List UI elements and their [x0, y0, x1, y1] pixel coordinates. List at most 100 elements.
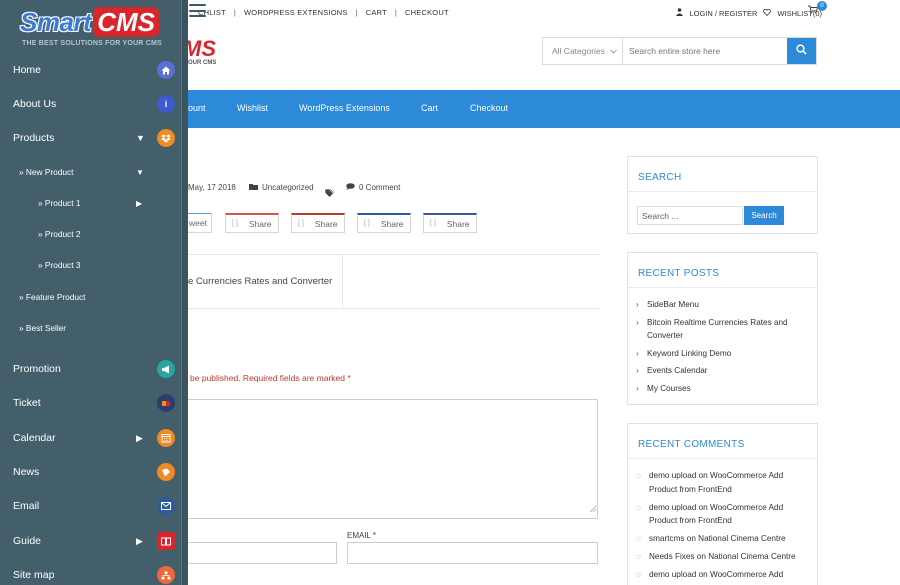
submenu-item-label: » Product 3 [38, 260, 81, 270]
nav-item-wordpress-extensions[interactable]: WordPress Extensions [299, 103, 390, 113]
comment-author-link[interactable]: demo upload [649, 471, 696, 480]
submenu-item-product-2[interactable]: » Product 2 [0, 224, 181, 244]
menu-item-email[interactable]: Email [0, 492, 181, 520]
comment-icon: ◌ [636, 552, 641, 561]
menu-item-guide[interactable]: Guide ▶ [0, 527, 181, 555]
search-widget: SEARCH Search ... Search [627, 156, 818, 234]
post-category-link[interactable]: Uncategorized [262, 183, 314, 192]
top-link-cart[interactable]: CART [366, 8, 387, 17]
share-button-facebook[interactable]: [ ] Share [423, 213, 477, 233]
menu-item-promotion[interactable]: Promotion [0, 355, 181, 383]
top-link-checkout[interactable]: CHECKOUT [405, 8, 449, 17]
share-button-google[interactable]: [ ] Share [225, 213, 279, 233]
recent-post-title: My Courses [647, 383, 691, 393]
menu-item-ticket[interactable]: Ticket [0, 389, 181, 417]
share-button-label: Share [248, 218, 272, 229]
share-icon-placeholder: [ ] [298, 220, 304, 227]
drawer-scrollbar[interactable] [181, 0, 188, 585]
sidebar-search-input[interactable]: Search ... [637, 206, 743, 225]
widget-title: SEARCH [628, 157, 817, 192]
divider [181, 308, 599, 309]
menu-item-label: Guide [13, 535, 42, 547]
menu-item-label: Calendar [13, 432, 56, 444]
top-link-wordpress-extensions[interactable]: WORDPRESS EXTENSIONS [244, 8, 348, 17]
store-search-button[interactable] [787, 38, 816, 64]
email-field[interactable] [347, 542, 598, 564]
folder-icon [249, 183, 258, 192]
menu-item-label: Home [13, 64, 42, 76]
site-logo-partial[interactable]: MS OUR CMS [183, 36, 223, 76]
menu-item-home[interactable]: Home [0, 56, 181, 84]
comment-textarea[interactable] [182, 399, 598, 519]
comment-on: on [698, 502, 708, 512]
store-search-input[interactable] [623, 38, 787, 64]
share-button-label: Share [380, 218, 404, 229]
menu-item-label: Ticket [13, 397, 41, 409]
chevron-right-icon: › [636, 366, 639, 375]
brand-logo-cms: CMS [93, 7, 159, 37]
post-comments-count[interactable]: 0 Comment [359, 183, 400, 192]
comment-post-link[interactable]: National Cinema Centre [698, 534, 785, 543]
recent-comment: ◌ smartcms on National Cinema Centre [636, 532, 817, 546]
top-links: CHLIST | WORDPRESS EXTENSIONS | CART | C… [198, 8, 449, 17]
brand-logo[interactable]: Smart CMS [20, 7, 159, 37]
login-register-link[interactable]: LOGIN / REGISTER [689, 9, 757, 18]
menu-item-about-us[interactable]: About Us i [0, 90, 181, 118]
submenu-item-best-seller[interactable]: » Best Seller [0, 318, 181, 338]
recent-post-link[interactable]: › Keyword Linking Demo [636, 347, 817, 361]
search-icon [796, 42, 807, 60]
submenu-item-product-1[interactable]: » Product 1 ▶ [0, 193, 181, 213]
comment-icon: ◌ [636, 471, 641, 480]
calendar-icon [157, 429, 175, 447]
required-fields-note: be published. Required fields are marked… [190, 373, 351, 383]
submenu-item-label: » Product 1 [38, 198, 81, 208]
menu-item-products[interactable]: Products ▼ [0, 124, 181, 152]
comment-icon: ◌ [636, 570, 641, 579]
recent-post-link[interactable]: › Bitcoin Realtime Currencies Rates and C… [636, 316, 817, 343]
menu-item-site-map[interactable]: Site map [0, 561, 181, 585]
comment-on: on [698, 471, 708, 480]
nav-item-wishlist[interactable]: Wishlist [237, 103, 268, 113]
separator: | [355, 8, 358, 17]
share-icon-placeholder: [ ] [232, 220, 238, 227]
share-icon-placeholder: [ ] [430, 220, 436, 227]
comment-author-link[interactable]: smartcms [649, 534, 684, 543]
sidebar-search-button[interactable]: Search [744, 206, 784, 225]
share-button-pinterest[interactable]: [ ] Share [291, 213, 345, 233]
tweet-button-label: weet [189, 218, 207, 228]
comment-icon: ◌ [636, 534, 641, 543]
nav-item-account[interactable]: ount [188, 103, 206, 113]
recent-post-link[interactable]: › My Courses [636, 382, 817, 396]
comment-author-link[interactable]: Needs Fixes [649, 552, 695, 561]
ticket-icon [157, 394, 175, 412]
menu-item-calendar[interactable]: Calendar ▶ [0, 424, 181, 452]
comment-post-link[interactable]: National Cinema Centre [708, 552, 795, 561]
submenu-item-label: » Product 2 [38, 229, 81, 239]
widget-title: RECENT COMMENTS [628, 424, 817, 459]
recent-post-link[interactable]: › SideBar Menu [636, 298, 817, 312]
menu-item-news[interactable]: News [0, 458, 181, 486]
cart-icon[interactable] [808, 5, 819, 14]
submenu-item-new-product[interactable]: » New Product ▼ [0, 162, 181, 182]
nav-item-cart[interactable]: Cart [421, 103, 438, 113]
category-select[interactable]: All Categories [543, 38, 623, 64]
comment-author-link[interactable]: demo upload [649, 570, 696, 579]
recent-comment: ◌demo upload on WooCommerce Add Product … [636, 568, 817, 585]
share-icon-placeholder: [ ] [364, 220, 370, 227]
caret-right-icon: ▶ [136, 535, 143, 546]
recent-posts-widget: RECENT POSTS › SideBar Menu › Bitcoin Real… [627, 252, 818, 405]
recent-post-title: SideBar Menu [647, 300, 699, 309]
heart-icon [763, 8, 772, 18]
submenu-item-feature-product[interactable]: » Feature Product [0, 287, 181, 307]
adjacent-post-link[interactable]: e Currencies Rates and Converter [188, 276, 332, 287]
comment-author-link[interactable]: demo upload [649, 503, 696, 512]
info-icon: i [157, 95, 175, 113]
logo-text: MS [183, 36, 216, 61]
nav-item-checkout[interactable]: Checkout [470, 103, 508, 113]
menu-toggle-icon[interactable] [189, 2, 206, 19]
recent-post-link[interactable]: › Events Calendar [636, 364, 817, 378]
submenu-item-product-3[interactable]: » Product 3 [0, 255, 181, 275]
share-button-linkedin[interactable]: [ ] Share [357, 213, 411, 233]
resize-handle-icon[interactable] [589, 499, 597, 517]
name-field[interactable] [182, 542, 337, 564]
